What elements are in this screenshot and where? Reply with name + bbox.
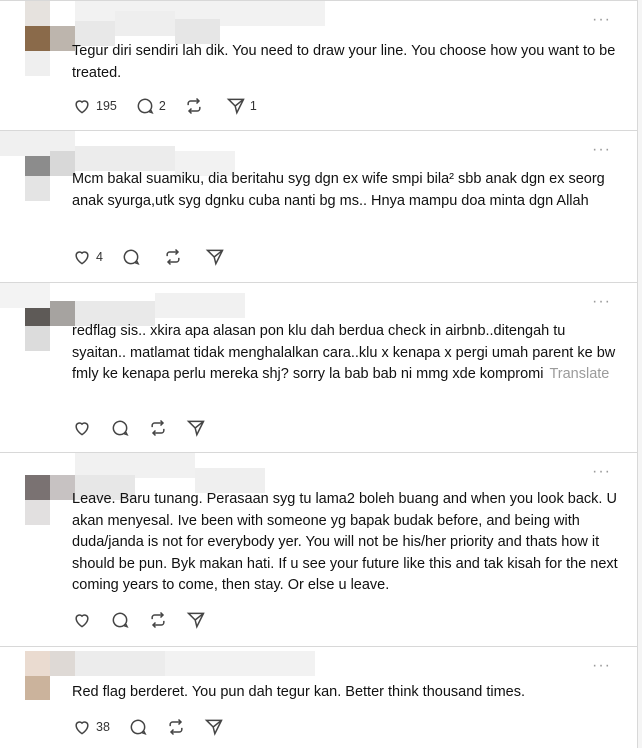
comment-text: Tegur diri sendiri lah dik. You need to …	[72, 43, 616, 81]
comment-text: Leave. Baru tunang. Perasaan syg tu lama…	[72, 491, 618, 593]
share-icon	[226, 98, 245, 115]
like-button[interactable]: 4	[72, 247, 103, 267]
comment-icon	[112, 612, 129, 628]
comment-icon	[130, 719, 147, 735]
translate-link[interactable]: Translate	[549, 366, 609, 382]
comment-text: Mcm bakal suamiku, dia beritahu syg dgn …	[72, 171, 605, 209]
repost-button[interactable]	[184, 96, 208, 116]
repost-icon	[166, 248, 180, 266]
share-button[interactable]	[186, 418, 206, 438]
action-bar	[72, 608, 224, 632]
share-icon	[186, 612, 205, 629]
like-button[interactable]	[72, 610, 92, 630]
repost-icon	[151, 419, 165, 437]
heart-icon	[75, 422, 89, 436]
comment-feed: ··· Tegur diri sendiri lah dik. You need…	[0, 0, 642, 748]
like-count: 38	[96, 720, 110, 734]
comment-icon	[112, 420, 129, 436]
avatar[interactable]	[25, 475, 50, 500]
comment-icon	[137, 98, 154, 114]
share-button[interactable]	[205, 247, 229, 267]
comment-post: ··· Tegur diri sendiri lah dik. You need…	[0, 0, 638, 130]
avatar[interactable]	[25, 26, 50, 51]
action-bar: 38	[72, 715, 242, 739]
like-button[interactable]: 38	[72, 717, 110, 737]
more-icon[interactable]: ···	[592, 658, 611, 674]
repost-button[interactable]	[148, 610, 168, 630]
like-button[interactable]: 195	[72, 96, 117, 116]
comment-post: ··· redflag sis.. xkira apa alasan pon k…	[0, 282, 638, 452]
more-icon[interactable]: ···	[592, 464, 611, 480]
reply-button[interactable]	[128, 717, 148, 737]
avatar[interactable]	[25, 675, 50, 700]
repost-button[interactable]	[148, 418, 168, 438]
like-count: 4	[96, 250, 103, 264]
comment-text: redflag sis.. xkira apa alasan pon klu d…	[72, 323, 616, 382]
repost-icon	[187, 97, 201, 115]
repost-icon	[169, 718, 183, 736]
action-bar	[72, 416, 224, 440]
share-icon	[205, 249, 224, 266]
repost-button[interactable]	[163, 247, 187, 267]
heart-icon	[75, 721, 89, 735]
action-bar: 4	[72, 245, 247, 269]
repost-button[interactable]	[166, 717, 186, 737]
more-icon[interactable]: ···	[592, 294, 611, 310]
share-button[interactable]: 1	[226, 96, 257, 116]
comment-icon	[123, 249, 140, 265]
reply-button[interactable]	[110, 610, 130, 630]
repost-icon	[151, 611, 165, 629]
comment-post: ··· Leave. Baru tunang. Perasaan syg tu …	[0, 452, 638, 646]
comment-text: Red flag berderet. You pun dah tegur kan…	[72, 684, 526, 700]
action-bar: 195 2 1	[72, 94, 275, 118]
comment-post: ··· Red flag berderet. You pun dah tegur…	[0, 646, 638, 748]
share-count: 1	[249, 99, 257, 113]
heart-icon	[75, 614, 89, 628]
reply-button[interactable]: 2	[135, 96, 166, 116]
heart-icon	[75, 251, 89, 265]
comment-post: ··· Mcm bakal suamiku, dia beritahu syg …	[0, 130, 638, 282]
share-icon	[204, 719, 223, 736]
heart-icon	[75, 100, 89, 114]
like-count: 195	[96, 99, 117, 113]
more-icon[interactable]: ···	[592, 142, 611, 158]
more-icon[interactable]: ···	[592, 12, 611, 28]
reply-count: 2	[158, 99, 166, 113]
reply-button[interactable]	[110, 418, 130, 438]
like-button[interactable]	[72, 418, 92, 438]
share-button[interactable]	[186, 610, 206, 630]
share-button[interactable]	[204, 717, 224, 737]
share-icon	[186, 420, 205, 437]
reply-button[interactable]	[121, 247, 145, 267]
